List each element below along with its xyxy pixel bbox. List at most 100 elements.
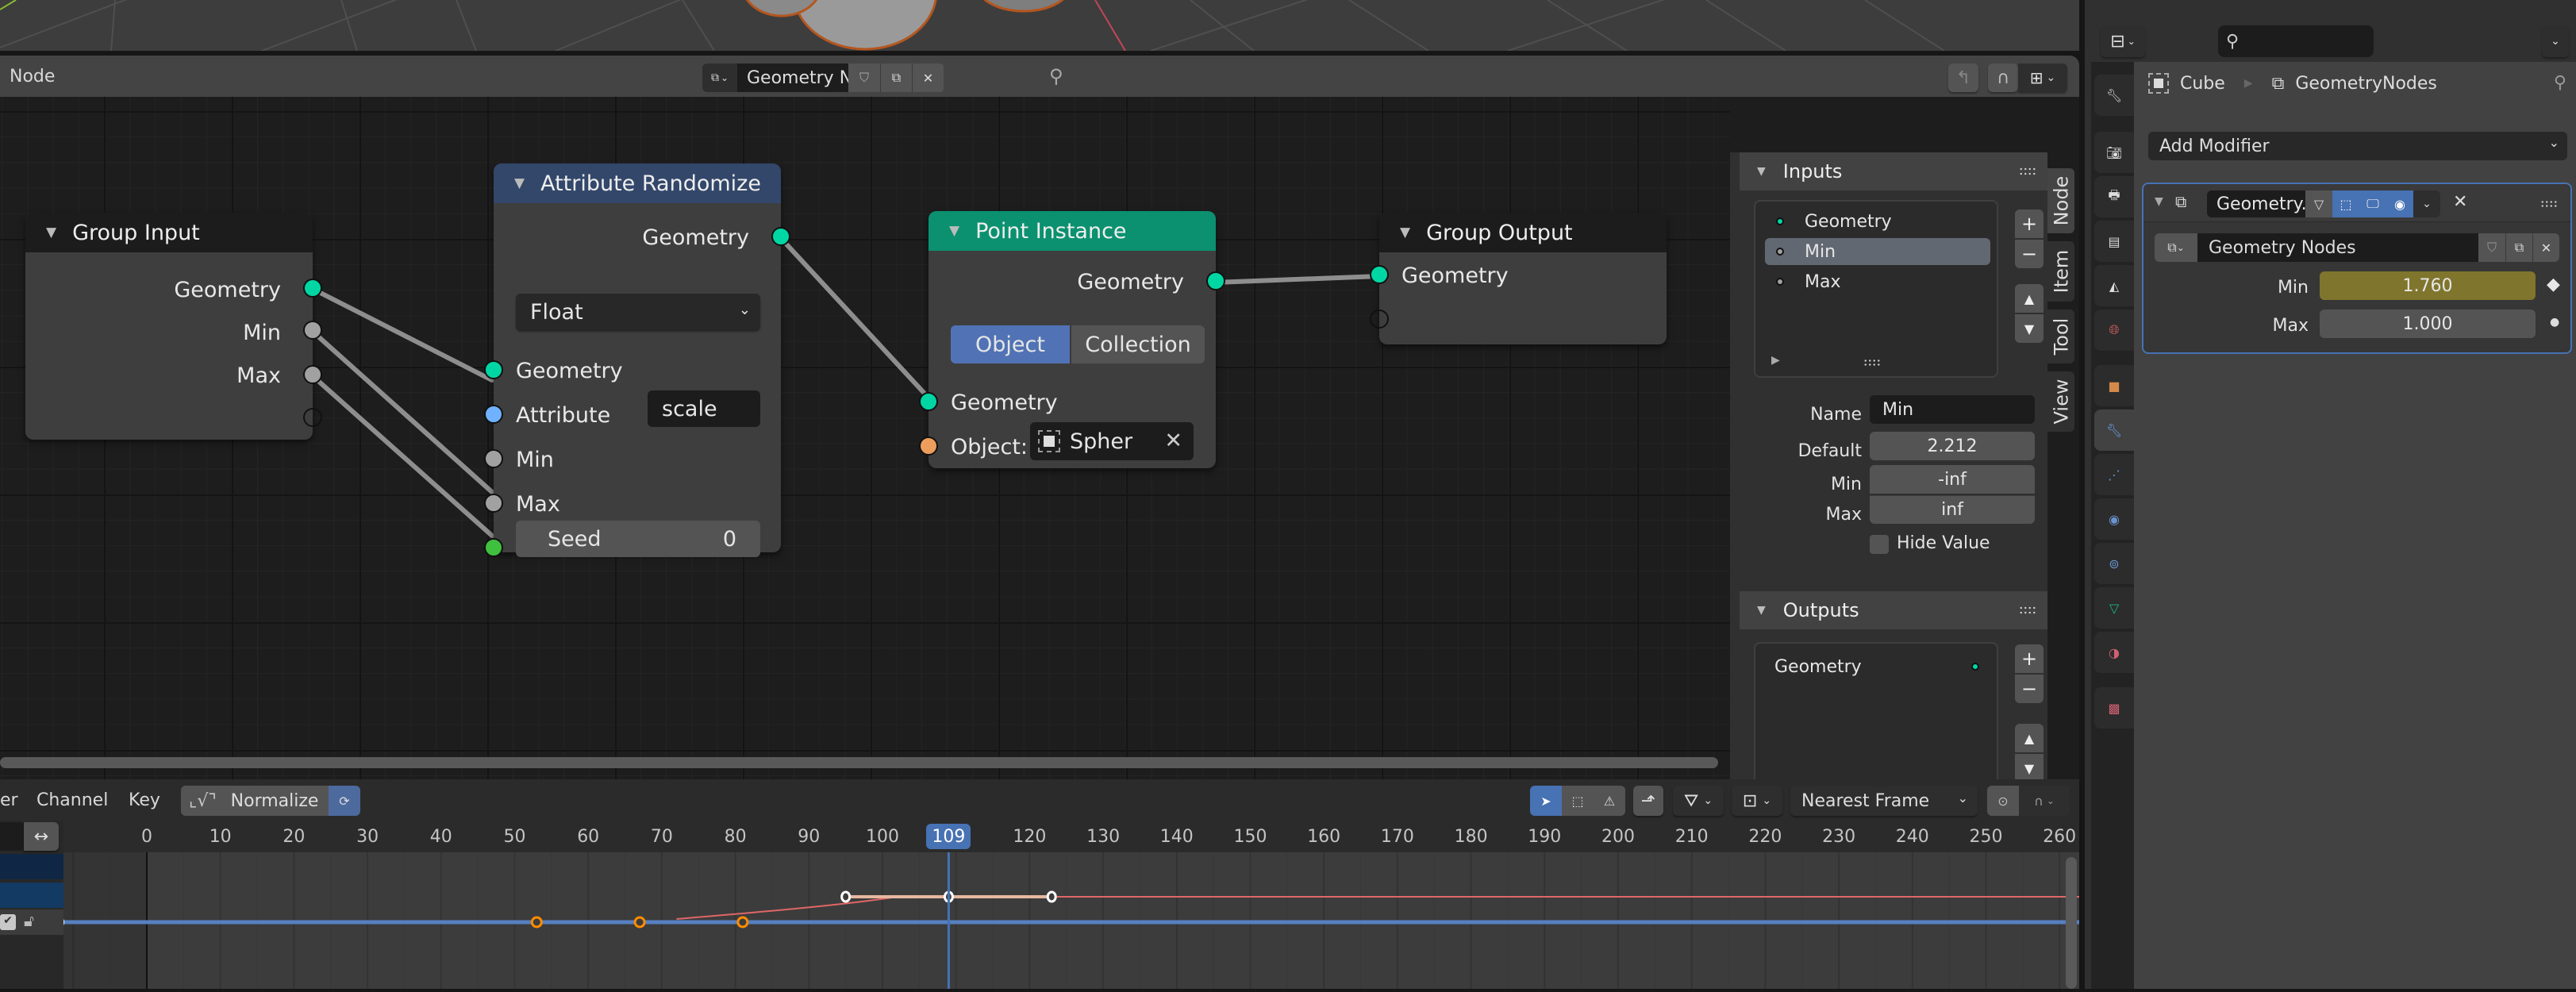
default-value-field[interactable]: 2.212	[1870, 432, 2035, 460]
fake-user-button[interactable]: ⛉	[848, 63, 880, 92]
node-attribute-randomize[interactable]: ▼ Attribute Randomize Geometry Float ⌄ Geo…	[484, 163, 790, 557]
only-errors-button[interactable]: ⚠	[1594, 786, 1625, 816]
node-tree-browse-button[interactable]: ⧉ ⌄	[702, 63, 737, 92]
channel-fcurve-row[interactable]: ✔ 🔓︎	[0, 909, 63, 935]
socket-geometry-in[interactable]	[1370, 265, 1389, 284]
3d-viewport[interactable]	[0, 0, 2079, 51]
socket-virtual-out[interactable]	[303, 408, 322, 427]
socket-seed-in[interactable]	[484, 538, 503, 557]
collapse-triangle-icon[interactable]: ▼	[949, 223, 959, 239]
drag-handle-icon[interactable]	[2019, 167, 2036, 176]
menu-node[interactable]: Node	[10, 67, 55, 87]
socket-virtual-in[interactable]	[1370, 310, 1389, 329]
mode-collection-button[interactable]: Collection	[1070, 325, 1205, 363]
checkbox-icon[interactable]: ✔	[0, 914, 16, 930]
fake-user-button[interactable]: ⛉	[2478, 233, 2505, 262]
socket-max-in[interactable]	[484, 494, 503, 513]
unlink-button[interactable]: ✕	[912, 63, 944, 92]
tab-tool[interactable]: Tool	[2047, 310, 2074, 363]
edit-mode-toggle[interactable]: ▽	[2305, 190, 2332, 217]
socket-geometry-out[interactable]	[1206, 271, 1225, 290]
expand-filter-icon[interactable]: ▶	[1771, 354, 1780, 367]
inputs-panel-header[interactable]: ▼ Inputs	[1740, 152, 2047, 190]
seed-field[interactable]: Seed 0	[516, 521, 760, 557]
tweak-tool-button[interactable]: ➤	[1530, 786, 1562, 816]
keyframe-diamond-icon[interactable]: ◆	[2547, 275, 2560, 294]
mode-object-button[interactable]: Object	[951, 325, 1070, 363]
socket-max-out[interactable]	[303, 365, 322, 384]
show-curve-extremes-button[interactable]: ⬏	[1633, 786, 1663, 816]
box-select-button[interactable]: ⬚	[1562, 786, 1594, 816]
add-modifier-dropdown[interactable]: Add Modifier ⌄	[2148, 132, 2567, 160]
tab-physics[interactable]: ◉	[2094, 498, 2134, 540]
hide-value-checkbox[interactable]	[1870, 535, 1889, 554]
viewport-toggle[interactable]: 🖵	[2359, 190, 2386, 217]
param-max-field[interactable]: 1.000	[2320, 310, 2536, 338]
tab-view[interactable]: View	[2047, 371, 2074, 432]
channel-search-field[interactable]	[0, 822, 24, 851]
auto-normalize-button[interactable]: ⟳	[329, 786, 360, 816]
add-input-button[interactable]: +	[2015, 210, 2043, 238]
move-down-button[interactable]: ▼	[2015, 314, 2043, 343]
render-toggle[interactable]: ◉	[2386, 190, 2413, 217]
add-output-button[interactable]: +	[2015, 644, 2043, 673]
modifier-menu-dropdown[interactable]: ⌄	[2413, 190, 2440, 217]
drag-handle-icon[interactable]	[2540, 200, 2558, 208]
move-up-button[interactable]: ▲	[2015, 724, 2043, 752]
tab-output[interactable]: 🖶	[2094, 176, 2134, 217]
node-header[interactable]: ▼ Point Instance	[929, 211, 1216, 251]
node-point-instance[interactable]: ▼ Point Instance Geometry Object Collecti…	[919, 211, 1225, 468]
remove-modifier-icon[interactable]: ✕	[2453, 192, 2467, 212]
tab-world[interactable]: 🌐︎	[2094, 310, 2134, 351]
pin-icon[interactable]: ⚲	[2554, 73, 2566, 93]
snap-mode-dropdown[interactable]: Nearest Frame ⌄	[1790, 786, 1978, 816]
channel-action-row[interactable]	[0, 882, 63, 908]
tab-scene[interactable]: ◭	[2094, 265, 2134, 306]
unlock-icon[interactable]: 🔓︎	[24, 911, 34, 930]
tab-particles[interactable]: ⋰	[2094, 454, 2134, 495]
on-cage-toggle[interactable]: ⬚	[2332, 190, 2359, 217]
remove-input-button[interactable]: −	[2015, 240, 2043, 268]
param-min-field[interactable]: 1.760	[2320, 271, 2536, 300]
modifier-name-field[interactable]: Geometry...	[2207, 190, 2305, 217]
socket-object-in[interactable]	[919, 436, 938, 456]
tab-tool[interactable]: 🔧︎	[2094, 75, 2134, 116]
remove-output-button[interactable]: −	[2015, 675, 2043, 703]
list-item[interactable]: Max	[1765, 268, 1990, 295]
pin-icon[interactable]: ⚲	[1049, 65, 1063, 87]
menu-key[interactable]: Key	[129, 790, 160, 810]
snap-element-dropdown[interactable]: ⊞ ⌄	[2018, 63, 2067, 92]
menu-marker[interactable]: er	[0, 790, 18, 810]
clear-icon[interactable]: ✕	[1164, 429, 1182, 453]
drag-handle-icon[interactable]	[2019, 606, 2036, 615]
keyframe-dot-icon[interactable]: ●	[2550, 316, 2559, 329]
collapse-triangle-icon[interactable]: ▼	[46, 225, 56, 240]
graph-canvas[interactable]	[52, 852, 2079, 989]
name-field[interactable]: Min	[1870, 395, 2035, 424]
node-header[interactable]: ▼ Group Input	[25, 213, 313, 252]
node-tree-name-field[interactable]: Geometry Nodes	[737, 63, 894, 92]
list-item[interactable]: Geometry	[1765, 208, 1990, 235]
menu-channel[interactable]: Channel	[37, 790, 108, 810]
duplicate-button[interactable]: ⧉	[2505, 233, 2532, 262]
tab-item[interactable]: Item	[2047, 241, 2074, 302]
collapse-triangle-icon[interactable]: ▼	[2155, 195, 2163, 208]
tab-view-layer[interactable]: ▤	[2094, 221, 2134, 262]
socket-geometry-in[interactable]	[484, 360, 503, 379]
attribute-name-field[interactable]: scale	[648, 390, 760, 427]
unlink-button[interactable]: ✕	[2532, 233, 2559, 262]
tab-material[interactable]: ◑	[2094, 632, 2134, 673]
proportional-edit-toggle[interactable]: ⊙	[1987, 786, 2019, 816]
tab-modifiers[interactable]: 🔧︎	[2094, 409, 2134, 451]
tab-data[interactable]: ▽	[2094, 587, 2134, 629]
tab-node[interactable]: Node	[2047, 168, 2074, 233]
tab-constraints[interactable]: ⊚	[2094, 543, 2134, 584]
collapse-triangle-icon[interactable]: ▼	[1400, 225, 1410, 240]
outputs-panel-header[interactable]: ▼ Outputs	[1740, 591, 2047, 629]
socket-min-out[interactable]	[303, 321, 322, 340]
inputs-list[interactable]: Geometry Min Max ▶	[1754, 200, 1998, 378]
data-type-dropdown[interactable]: Float ⌄	[516, 294, 760, 330]
timeline-ruler[interactable]: 0 10 20 30 40 50 60 70 80 90 100 120 130 140 150 160 170…	[63, 821, 2079, 852]
current-frame-indicator[interactable]: 109	[926, 824, 971, 849]
node-header[interactable]: ▼ Attribute Randomize	[494, 163, 781, 203]
